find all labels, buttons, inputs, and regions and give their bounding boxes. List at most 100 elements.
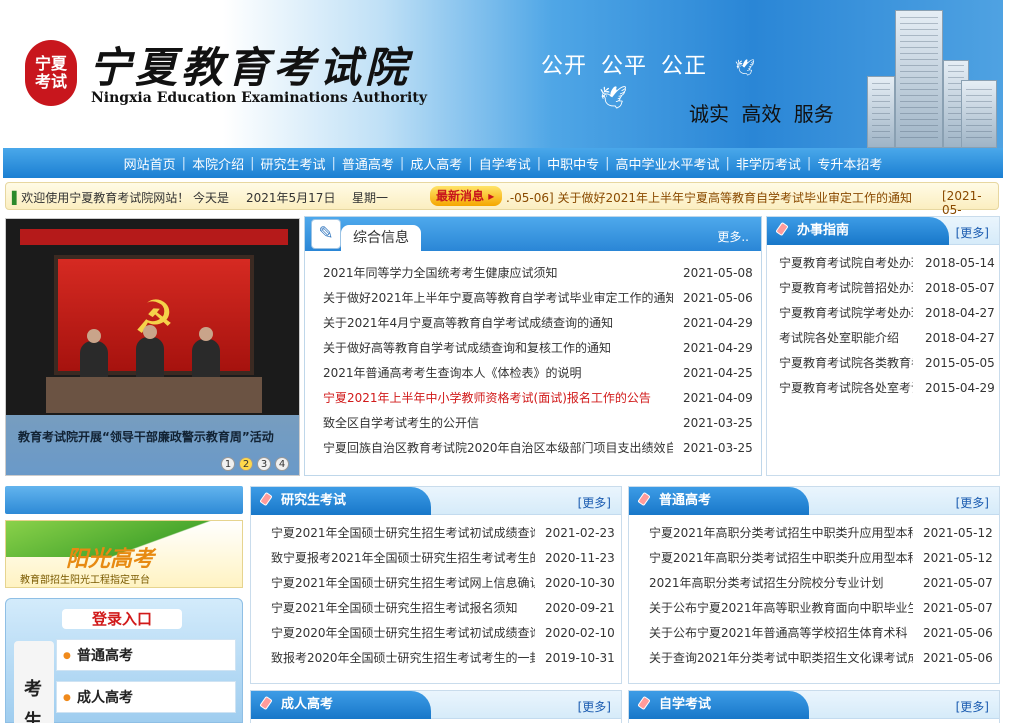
list-item-title[interactable]: 宁夏教育考试院各处室考试 xyxy=(779,376,913,401)
list-item: 考试院各处室职能介绍 2018-04-27 xyxy=(767,326,999,351)
list-item-title[interactable]: 宁夏2021年全国硕士研究生招生考试报名须知 xyxy=(271,596,535,621)
list-item-title[interactable]: 宁夏2020年全国硕士研究生招生考试初试成绩查询 xyxy=(271,621,535,646)
gaokao-title: 普通高考 xyxy=(659,493,712,508)
list-item: 关于做好高等教育自学考试成绩查询和复核工作的通知 2021-04-29 xyxy=(305,336,761,361)
list-item-date: 2021-05-08 xyxy=(683,266,753,280)
nav-item-about[interactable]: 本院介绍 xyxy=(186,154,250,173)
list-item-title[interactable]: 宁夏回族自治区教育考试院2020年自治区本级部门项目支出绩效自评 xyxy=(323,436,673,461)
ticker-headline[interactable]: .-05-06] 关于做好2021年上半年宁夏高等教育自学考试毕业审定工作的通知 xyxy=(506,189,912,206)
main-nav: 网站首页 | 本院介绍 | 研究生考试 | 普通高考 | 成人高考 | 自学考试 | 中职中… xyxy=(3,148,1003,178)
list-item-date: 2019-10-31 xyxy=(545,651,615,665)
list-item-title[interactable]: 宁夏教育考试院普招处办理 xyxy=(779,276,913,301)
slide-pager: 1 2 3 4 xyxy=(221,457,289,471)
sunshine-gaokao-banner[interactable]: 阳光高考 教育部招生阳光工程指定平台 xyxy=(5,520,243,588)
gaokao-more-link[interactable]: [更多] xyxy=(956,494,989,511)
welcome-label: 欢迎使用宁夏教育考试院网站！ 今天是 xyxy=(21,191,230,205)
list-item-title[interactable]: 关于做好2021年上半年宁夏高等教育自学考试毕业审定工作的通知 xyxy=(323,286,673,311)
slide-page-2[interactable]: 2 xyxy=(239,457,253,471)
nav-item-vocational[interactable]: 中职中专 xyxy=(541,154,605,173)
slide-page-3[interactable]: 3 xyxy=(257,457,271,471)
nav-item-nondegree[interactable]: 非学历考试 xyxy=(730,154,807,173)
list-item: 2021年普通高考考生查询本人《体检表》的说明 2021-04-25 xyxy=(305,361,761,386)
list-item-title[interactable]: 关于公布宁夏2021年高等职业教育面向中职毕业生 xyxy=(649,596,913,621)
graduate-more-link[interactable]: [更多] xyxy=(578,494,611,511)
list-item: 宁夏2021年全国硕士研究生招生考试网上信息确认 2020-10-30 xyxy=(251,571,621,596)
list-item: 宁夏2021年全国硕士研究生招生考试初试成绩查询 2021-02-23 xyxy=(251,521,621,546)
list-item-title[interactable]: 关于2021年4月宁夏高等教育自学考试成绩查询的通知 xyxy=(323,311,673,336)
nav-item-home[interactable]: 网站首页 xyxy=(118,154,182,173)
nav-item-academic[interactable]: 高中学业水平考试 xyxy=(610,154,726,173)
list-item-date: 2021-04-25 xyxy=(683,366,753,380)
news-slideshow[interactable]: ☭ 教育考试院开展“领导干部廉政警示教育周”活动 1 2 3 4 xyxy=(5,218,300,476)
list-item-title[interactable]: 宁夏教育考试院各类教育考试 xyxy=(779,351,913,376)
list-item: 关于2021年4月宁夏高等教育自学考试成绩查询的通知 2021-04-29 xyxy=(305,311,761,336)
list-item-date: 2020-10-30 xyxy=(545,576,615,590)
list-item-date: 2021-04-09 xyxy=(683,391,753,405)
composite-more-link[interactable]: 更多.. xyxy=(717,228,749,245)
list-item-title[interactable]: 宁夏教育考试院学考处办理 xyxy=(779,301,913,326)
ticker-date: [2021-05- xyxy=(942,189,982,217)
logo-seal-icon[interactable]: 宁夏 考试 xyxy=(25,40,77,106)
site-logo-subtitle: Ningxia Education Examinations Authority xyxy=(91,90,427,106)
building-image xyxy=(895,10,943,148)
nav-item-selfstudy[interactable]: 自学考试 xyxy=(473,154,537,173)
pin-icon xyxy=(637,493,651,507)
nav-item-upgrade[interactable]: 专升本招考 xyxy=(811,154,888,173)
latest-news-tag: 最新消息 ▸ xyxy=(430,186,503,206)
quill-icon: ✎ xyxy=(311,219,341,249)
list-item-date: 2020-02-10 xyxy=(545,626,615,640)
slide-page-1[interactable]: 1 xyxy=(221,457,235,471)
slide-caption[interactable]: 教育考试院开展“领导干部廉政警示教育周”活动 xyxy=(18,428,274,445)
gaokao-list: 宁夏2021年高职分类考试招生中职类升应用型本科 2021-05-12 宁夏2021… xyxy=(629,521,999,671)
login-side-label: 考 生 xyxy=(14,641,54,723)
login-entry-adult[interactable]: 成人高考 xyxy=(56,681,236,714)
logo-seal-text: 宁夏 考试 xyxy=(34,54,67,91)
adult-more-link[interactable]: [更多] xyxy=(578,698,611,715)
list-item-title[interactable]: 致全区自学考试考生的公开信 xyxy=(323,411,673,436)
list-item-date: 2018-05-07 xyxy=(925,281,995,295)
list-item-title[interactable]: 关于做好高等教育自学考试成绩查询和复核工作的通知 xyxy=(323,336,673,361)
list-item-date: 2018-04-27 xyxy=(925,306,995,320)
sunshine-brand: 阳光高考 xyxy=(66,546,155,572)
left-blue-bar xyxy=(5,486,243,514)
nav-item-graduate[interactable]: 研究生考试 xyxy=(254,154,331,173)
list-item: 致宁夏报考2021年全国硕士研究生招生考试考生的 2020-11-23 xyxy=(251,546,621,571)
list-item-date: 2018-05-14 xyxy=(925,256,995,270)
guide-list: 宁夏教育考试院自考处办理 2018-05-14 宁夏教育考试院普招处办理 2018-0… xyxy=(767,251,999,401)
list-item-title[interactable]: 考试院各处室职能介绍 xyxy=(779,326,913,351)
list-item-title[interactable]: 宁夏2021年高职分类考试招生中职类升应用型本科 xyxy=(649,546,913,571)
guide-panel: 办事指南 [更多] 宁夏教育考试院自考处办理 2018-05-14 宁夏教育考试院普… xyxy=(766,216,1000,476)
news-ticker: ▌欢迎使用宁夏教育考试院网站！ 今天是 2021年5月17日 星期一 最新消息 … xyxy=(5,182,999,217)
list-item-title[interactable]: 宁夏2021年全国硕士研究生招生考试初试成绩查询 xyxy=(271,521,535,546)
list-item-date: 2021-05-07 xyxy=(923,601,993,615)
nav-item-gaokao[interactable]: 普通高考 xyxy=(336,154,400,173)
today-weekday: 星期一 xyxy=(352,191,389,205)
list-item: 宁夏2021年高职分类考试招生中职类升应用型本科 2021-05-12 xyxy=(629,521,999,546)
guide-title: 办事指南 xyxy=(797,223,850,238)
pin-icon xyxy=(259,493,273,507)
graduate-list: 宁夏2021年全国硕士研究生招生考试初试成绩查询 2021-02-23 致宁夏报考2… xyxy=(251,521,621,671)
list-item-title[interactable]: 宁夏2021年上半年中小学教师资格考试(面试)报名工作的公告 xyxy=(323,386,673,411)
list-item-title[interactable]: 关于查询2021年分类考试中职类招生文化课考试成 xyxy=(649,646,913,671)
list-item-date: 2021-04-29 xyxy=(683,341,753,355)
list-item-title[interactable]: 2021年同等学力全国统考考生健康应试须知 xyxy=(323,261,673,286)
list-item-title[interactable]: 关于公布宁夏2021年普通高等学校招生体育术科 xyxy=(649,621,913,646)
list-item-title[interactable]: 宁夏教育考试院自考处办理 xyxy=(779,251,913,276)
list-item: 致全区自学考试考生的公开信 2021-03-25 xyxy=(305,411,761,436)
guide-more-link[interactable]: [更多] xyxy=(956,224,989,241)
selfstudy-more-link[interactable]: [更多] xyxy=(956,698,989,715)
list-item: 关于公布宁夏2021年普通高等学校招生体育术科 2021-05-06 xyxy=(629,621,999,646)
list-item-date: 2015-05-05 xyxy=(925,356,995,370)
list-item-title[interactable]: 宁夏2021年高职分类考试招生中职类升应用型本科 xyxy=(649,521,913,546)
pin-icon xyxy=(637,697,651,711)
login-entry-gaokao[interactable]: 普通高考 xyxy=(56,639,236,672)
list-item-title[interactable]: 宁夏2021年全国硕士研究生招生考试网上信息确认 xyxy=(271,571,535,596)
list-item-title[interactable]: 2021年高职分类考试招生分院校分专业计划 xyxy=(649,571,913,596)
list-item-title[interactable]: 致宁夏报考2021年全国硕士研究生招生考试考生的 xyxy=(271,546,535,571)
site-logo-title[interactable]: 宁夏教育考试院 xyxy=(89,34,411,95)
nav-item-adult[interactable]: 成人高考 xyxy=(404,154,468,173)
list-item-title[interactable]: 2021年普通高考考生查询本人《体检表》的说明 xyxy=(323,361,673,386)
slide-page-4[interactable]: 4 xyxy=(275,457,289,471)
list-item-title[interactable]: 致报考2020年全国硕士研究生招生考试考生的一封 xyxy=(271,646,535,671)
sunshine-subtitle: 教育部招生阳光工程指定平台 xyxy=(20,575,150,586)
